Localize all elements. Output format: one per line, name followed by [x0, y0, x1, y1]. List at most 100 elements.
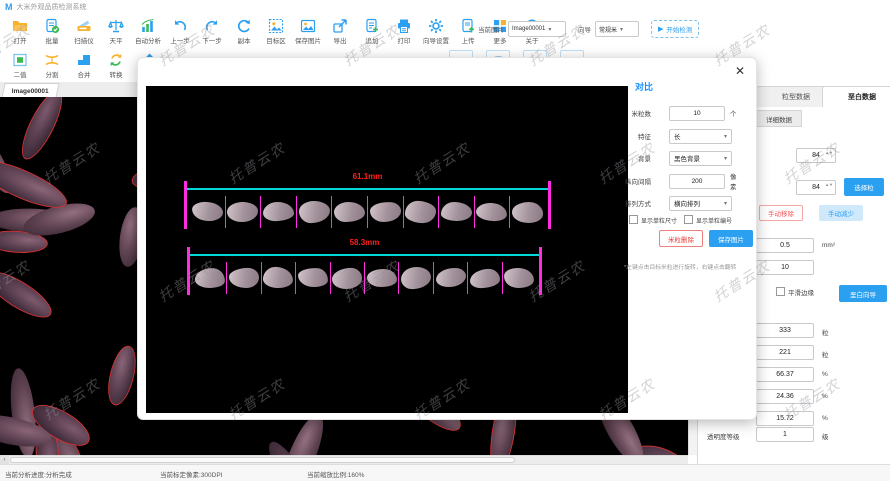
grain-cell[interactable]: [434, 262, 468, 294]
toolbar-button-auto-analyze[interactable]: 自动分析: [132, 17, 164, 46]
rice-grain[interactable]: [405, 201, 437, 224]
manual-reduce-button[interactable]: 手动减少: [819, 205, 863, 221]
rice-grain[interactable]: [263, 267, 294, 289]
tab-detail-data[interactable]: 详细数据: [756, 110, 802, 127]
spinner-arrows-icon[interactable]: ▲▼: [825, 150, 833, 155]
rice-mode-select[interactable]: 常规米 ▾: [595, 21, 639, 37]
stat-chalk-area-rate[interactable]: 24.36: [756, 389, 814, 404]
smooth-edge-checkbox[interactable]: 平滑边缘: [776, 287, 814, 297]
rice-grain[interactable]: [366, 268, 397, 288]
compare-image-area[interactable]: 61.1mm58.3mm: [146, 86, 628, 413]
rice-grain[interactable]: [191, 202, 223, 223]
vertical-gap-input[interactable]: 200: [669, 174, 725, 189]
grain-cell[interactable]: [227, 262, 261, 294]
chalk-wizard-button[interactable]: 垩白向导: [839, 285, 887, 302]
horizontal-scrollbar-thumb[interactable]: [10, 457, 515, 463]
toolbar-button-settings[interactable]: 向导设置: [420, 17, 452, 46]
arrange-select[interactable]: 横向排列▾: [669, 196, 732, 211]
feature-select[interactable]: 长▾: [669, 129, 732, 144]
rice-grain[interactable]: [298, 268, 329, 288]
rice-grain[interactable]: [227, 201, 259, 222]
toolbar-button-redo[interactable]: 下一步: [196, 17, 228, 46]
toolbar-button-merge[interactable]: 合并: [68, 51, 100, 80]
checkbox-icon[interactable]: [776, 287, 785, 296]
toolbar-button-scanner[interactable]: 扫描仪: [68, 17, 100, 46]
rice-grain[interactable]: [441, 202, 472, 222]
grain-cell[interactable]: [368, 196, 404, 228]
min-area-input[interactable]: 0.5: [756, 238, 814, 253]
stat-chalky-grains[interactable]: 221: [756, 345, 814, 360]
rice-grain[interactable]: [334, 202, 365, 223]
grain-cell[interactable]: [439, 196, 475, 228]
toolbar-button-export[interactable]: 导出: [324, 17, 356, 46]
rice-grain[interactable]: [332, 267, 363, 289]
start-detect-button[interactable]: ▶ 开始检测: [651, 20, 699, 38]
rice-grain[interactable]: [435, 268, 465, 288]
transparency-input[interactable]: 1: [756, 427, 814, 442]
select-grain-button[interactable]: 选择粒: [844, 178, 884, 196]
grain-cell[interactable]: [226, 196, 262, 228]
rice-grain[interactable]: [194, 267, 225, 288]
rice-grain[interactable]: [470, 268, 500, 288]
grain-cell[interactable]: [332, 196, 368, 228]
checkbox-icon[interactable]: [629, 215, 638, 224]
rice-grain[interactable]: [298, 201, 330, 224]
rice-grain[interactable]: [504, 267, 535, 288]
toolbar-button-convert[interactable]: 转换: [100, 51, 132, 80]
threshold-input[interactable]: 10: [756, 260, 814, 275]
toolbar-button-save-image[interactable]: 保存图片: [292, 17, 324, 46]
grain-cell[interactable]: [296, 262, 330, 294]
horizontal-scrollbar[interactable]: ‹: [0, 455, 688, 464]
grain-cell[interactable]: [365, 262, 399, 294]
toolbar-button-balance[interactable]: 天平: [100, 17, 132, 46]
show-size-checkbox[interactable]: 显示单粒尺寸: [629, 215, 677, 225]
checkbox-icon[interactable]: [684, 215, 693, 224]
threshold-spinner-2[interactable]: 84 ▲▼: [796, 180, 836, 195]
rice-grain[interactable]: [263, 202, 295, 222]
stat-chalky-rate[interactable]: 66.37: [756, 367, 814, 382]
grain-cell[interactable]: [190, 196, 226, 228]
manual-remove-button[interactable]: 手动移除: [759, 205, 803, 221]
show-number-checkbox[interactable]: 显示单粒编号: [684, 215, 732, 225]
tab-chalkiness-data[interactable]: 垩白数据: [822, 86, 890, 107]
image-tab[interactable]: Image00001: [1, 83, 59, 98]
grain-cell[interactable]: [297, 196, 333, 228]
grain-cell[interactable]: [331, 262, 365, 294]
toolbar-button-folder-open[interactable]: 打开: [4, 17, 36, 46]
rice-grain[interactable]: [401, 267, 432, 290]
scroll-left-icon[interactable]: ‹: [0, 456, 9, 464]
grain-cell[interactable]: [262, 262, 296, 294]
spinner-arrows-icon[interactable]: ▲▼: [825, 182, 833, 187]
rice-grain[interactable]: [512, 201, 543, 222]
threshold-spinner-1[interactable]: 84 ▲▼: [796, 148, 836, 163]
grain-cell[interactable]: [503, 262, 536, 294]
grain-cell[interactable]: [475, 196, 511, 228]
stat-total-grains[interactable]: 333: [756, 323, 814, 338]
grain-cell[interactable]: [468, 262, 502, 294]
close-icon[interactable]: ✕: [732, 63, 748, 79]
toolbar-button-split[interactable]: 分割: [36, 51, 68, 80]
current-image-select[interactable]: Image00001 ▾: [508, 21, 566, 37]
toolbar-button-target-area[interactable]: 目标区: [260, 17, 292, 46]
toolbar-button-binary[interactable]: 二值: [4, 51, 36, 80]
stat-chalkiness[interactable]: 15.72: [756, 411, 814, 426]
toolbar-button-copy[interactable]: 副本: [228, 17, 260, 46]
rice-grain[interactable]: [229, 268, 259, 288]
toolbar-button-append[interactable]: 追加: [356, 17, 388, 46]
grain-cell[interactable]: [404, 196, 440, 228]
grain-cell[interactable]: [261, 196, 297, 228]
rice-grain[interactable]: [476, 202, 508, 221]
rice-grain[interactable]: [369, 201, 401, 222]
toolbar-button-print[interactable]: 打印: [388, 17, 420, 46]
append-icon: [364, 18, 380, 34]
save-image-button[interactable]: 保存图片: [709, 230, 753, 247]
grain-cell[interactable]: [193, 262, 227, 294]
grain-cell[interactable]: [510, 196, 545, 228]
toolbar-button-batch[interactable]: 批量: [36, 17, 68, 46]
toolbar-button-undo[interactable]: 上一步: [164, 17, 196, 46]
background-select[interactable]: 黑色背景▾: [669, 151, 732, 166]
chevron-down-icon: ▾: [724, 133, 727, 140]
grain-delete-button[interactable]: 米粒删除: [659, 230, 703, 247]
grain-cell[interactable]: [399, 262, 433, 294]
grain-count-input[interactable]: 10: [669, 106, 725, 121]
